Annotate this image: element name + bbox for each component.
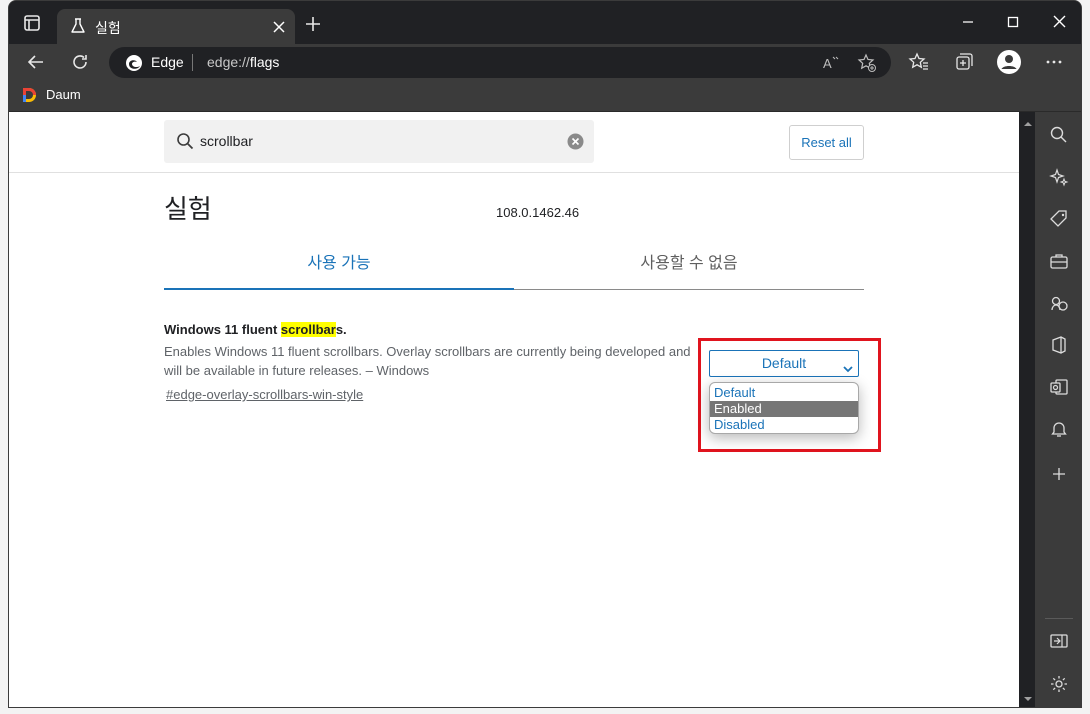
new-tab-icon[interactable] [303, 14, 323, 34]
edge-logo-icon [125, 54, 143, 72]
back-arrow-icon[interactable] [23, 49, 49, 75]
dropdown-option-disabled[interactable]: Disabled [710, 417, 858, 433]
flag-tabs: 사용 가능 사용할 수 없음 [164, 244, 864, 290]
daum-icon [21, 87, 37, 103]
tab-actions-icon[interactable] [21, 12, 43, 34]
office-icon[interactable] [1049, 335, 1069, 355]
tab-strip: 실험 [9, 1, 1081, 45]
flag-title-start: Windows 11 fluent [164, 322, 281, 337]
bell-icon[interactable] [1049, 419, 1069, 439]
flag-description: Enables Windows 11 fluent scrollbars. Ov… [164, 344, 691, 378]
hide-sidebar-icon[interactable] [1049, 631, 1069, 651]
tab-available[interactable]: 사용 가능 [164, 244, 514, 290]
page-title: 실험 [164, 194, 212, 224]
read-aloud-icon[interactable]: A [821, 53, 841, 73]
collections-icon[interactable] [951, 49, 977, 75]
search-box[interactable] [164, 120, 594, 163]
chevron-down-icon [842, 358, 854, 373]
flask-icon [69, 17, 87, 35]
flags-page: Reset all 실험 108.0.1462.46 사용 가능 사용할 수 없… [9, 112, 1019, 707]
search-icon [176, 132, 195, 151]
maximize-icon[interactable] [1001, 11, 1025, 33]
refresh-icon[interactable] [67, 49, 93, 75]
sidebar-divider [1045, 618, 1073, 619]
favorites-bar: Daum [9, 80, 1081, 112]
window-close-icon[interactable] [1047, 11, 1071, 33]
version-label: 108.0.1462.46 [496, 205, 580, 220]
toolbar: Edge edge://flags A [9, 44, 1081, 80]
close-icon[interactable] [269, 17, 289, 37]
outlook-icon[interactable] [1049, 377, 1069, 397]
settings-gear-icon[interactable] [1049, 674, 1069, 694]
flag-title-end: s. [335, 322, 347, 337]
url-text[interactable]: edge://flags [207, 54, 279, 70]
sparkle-icon[interactable] [1049, 167, 1069, 187]
address-separator [192, 54, 193, 71]
browser-window: 실험 Edge edge://flags A Daum scrollbar Re… [8, 0, 1082, 708]
favorite-label: Daum [46, 87, 81, 102]
tag-icon[interactable] [1049, 209, 1069, 229]
games-icon[interactable] [1049, 293, 1069, 313]
address-bar[interactable]: Edge edge://flags A [109, 47, 891, 78]
profile-icon[interactable] [996, 49, 1022, 75]
edge-sidebar [1035, 112, 1081, 707]
select-dropdown: Default Enabled Disabled [709, 382, 859, 434]
site-label: Edge [151, 54, 184, 70]
reset-all-button[interactable]: Reset all [789, 125, 864, 160]
url-path: flags [249, 54, 280, 70]
favorites-icon[interactable] [906, 49, 932, 75]
dropdown-option-default[interactable]: Default [710, 385, 858, 401]
flag-title: Windows 11 fluent scrollbars. [164, 322, 864, 337]
search-input[interactable] [200, 131, 550, 151]
tab-unavailable[interactable]: 사용할 수 없음 [514, 244, 864, 289]
minimize-icon[interactable] [956, 11, 980, 33]
dropdown-option-enabled[interactable]: Enabled [710, 401, 858, 417]
active-tab[interactable]: 실험 [57, 9, 295, 45]
scroll-up-icon[interactable] [1023, 116, 1033, 126]
url-prefix: edge:// [207, 54, 250, 70]
search-header: Reset all [9, 112, 1019, 173]
scroll-down-icon[interactable] [1023, 691, 1033, 701]
flag-state-select[interactable]: Default [709, 350, 859, 377]
svg-text:A: A [823, 56, 832, 71]
clear-search-icon[interactable] [567, 133, 584, 150]
flag-entry: Windows 11 fluent scrollbars. Enables Wi… [164, 322, 864, 402]
search-icon[interactable] [1049, 125, 1069, 145]
add-favorite-icon[interactable] [857, 53, 877, 73]
flag-permalink[interactable]: #edge-overlay-scrollbars-win-style [166, 387, 363, 402]
search-match-highlight: scrollbar [280, 322, 336, 337]
briefcase-icon[interactable] [1049, 251, 1069, 271]
add-icon[interactable] [1049, 464, 1069, 484]
select-value: Default [761, 355, 807, 371]
more-icon[interactable] [1041, 49, 1067, 75]
tab-title: 실험 [95, 20, 121, 36]
